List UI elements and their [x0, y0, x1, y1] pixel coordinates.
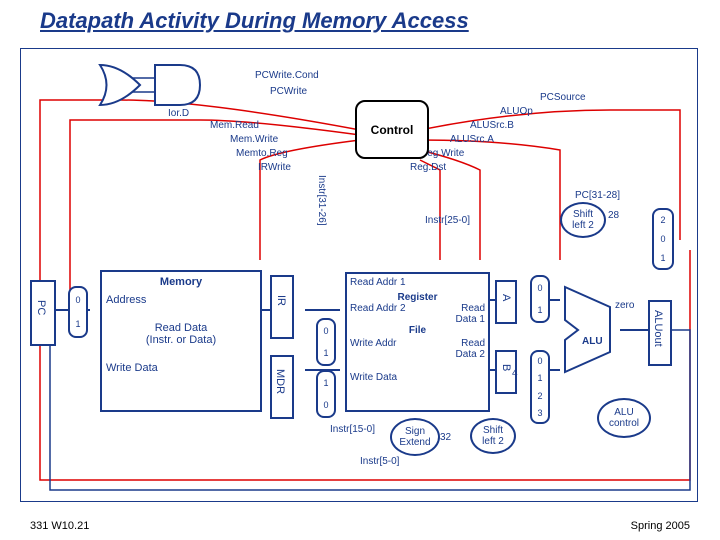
and-gate-icon: [150, 60, 270, 110]
shift-left-2-top: Shift left 2: [560, 202, 606, 238]
rf-readdata1: Read Data 1: [456, 303, 485, 325]
memory-writedata: Write Data: [106, 362, 256, 374]
sig-iord: Ior.D: [168, 108, 189, 119]
sig-memwrite: Mem.Write: [230, 134, 278, 145]
const-4: 4: [512, 368, 518, 379]
memory-block: Memory Address Read Data (Instr. or Data…: [100, 270, 262, 412]
mux-memtoreg-0: 0: [323, 400, 328, 410]
alu-label: ALU: [582, 336, 603, 347]
mdr-label: MDR: [274, 369, 286, 394]
mux-srca-1: 1: [537, 305, 542, 315]
mux-alusrca: 0 1: [530, 275, 550, 323]
sig-alusrca: ALUSrc.A: [450, 134, 494, 145]
mux-srcb-2: 2: [537, 391, 542, 401]
sig-pcsource: PCSource: [540, 92, 586, 103]
mux-regdst-0: 0: [323, 326, 328, 336]
mux-srcb-3: 3: [537, 408, 542, 418]
rf-readaddr1: Read Addr 1: [350, 277, 485, 288]
control-label: Control: [371, 123, 414, 137]
mux-iord-0: 0: [75, 295, 80, 305]
rf-writeaddr: Write Addr: [350, 338, 397, 360]
shift-left-2-bottom: Shift left 2: [470, 418, 516, 454]
mux-memtoreg: 1 0: [316, 370, 336, 418]
mux-opt-2: 2: [660, 215, 665, 225]
b-label: B: [500, 364, 512, 371]
aluout-label: ALUout: [652, 310, 664, 347]
mux-iord: 0 1: [68, 286, 88, 338]
memory-readdata: Read Data (Instr. or Data): [106, 322, 256, 346]
sig-memread: Mem.Read: [210, 120, 259, 131]
footer-left: 331 W10.21: [30, 520, 89, 532]
rf-writedata: Write Data: [350, 372, 485, 383]
register-file-block: Read Addr 1 Register Read Addr 2 Read Da…: [345, 272, 490, 412]
bus-instr3126: Instr[31-26]: [316, 175, 327, 226]
rf-file: File: [350, 325, 485, 336]
sig-pcwritecond: PCWrite.Cond: [255, 70, 319, 81]
mux-alusrcb: 0 1 2 3: [530, 350, 550, 424]
or-gate-icon: [95, 60, 155, 110]
sig-aluop: ALUOp: [500, 106, 533, 117]
rf-register: Register: [350, 292, 485, 303]
mux-srca-0: 0: [537, 283, 542, 293]
alu-control-block: ALU control: [597, 398, 651, 438]
bus-32: 32: [440, 432, 451, 443]
alu-icon: [560, 282, 630, 378]
mux-srcb-1: 1: [537, 373, 542, 383]
bus-instr250: Instr[25-0]: [425, 215, 470, 226]
bus-pc3128: PC[31-28]: [575, 190, 620, 201]
bus-instr150: Instr[15-0]: [330, 424, 375, 435]
a-label: A: [500, 294, 512, 301]
footer-right: Spring 2005: [631, 520, 690, 532]
memory-address: Address: [106, 294, 256, 306]
alu-zero: zero: [615, 300, 634, 311]
sign-extend-block: Sign Extend: [390, 418, 440, 456]
mux-pcsource: 2 0 1: [652, 208, 674, 270]
mux-srcb-0: 0: [537, 356, 542, 366]
sig-irwrite: IRWrite: [258, 162, 291, 173]
sig-regdst: Reg.Dst: [410, 162, 446, 173]
sig-alusrcb: ALUSrc.B: [470, 120, 514, 131]
mux-iord-1: 1: [75, 319, 80, 329]
ir-label: IR: [275, 295, 287, 306]
sig-memtoreg: Memto.Reg: [236, 148, 288, 159]
rf-readaddr2: Read Addr 2: [350, 303, 406, 325]
sig-pcwrite: PCWrite: [270, 86, 307, 97]
mux-opt-0: 0: [660, 234, 665, 244]
mux-memtoreg-1: 1: [323, 378, 328, 388]
pc-label: PC: [35, 300, 47, 315]
bus-instr50: Instr[5-0]: [360, 456, 399, 467]
control-block: Control: [355, 100, 429, 159]
mux-opt-1: 1: [660, 253, 665, 263]
pc-block: PC: [30, 280, 56, 346]
mdr-block: MDR: [270, 355, 294, 419]
a-latch: A: [495, 280, 517, 324]
rf-readdata2: Read Data 2: [456, 338, 485, 360]
ir-block: IR: [270, 275, 294, 339]
memory-title: Memory: [106, 276, 256, 288]
mux-regdst-1: 1: [323, 348, 328, 358]
page-title: Datapath Activity During Memory Access: [40, 8, 469, 34]
bus-28: 28: [608, 210, 619, 221]
aluout-block: ALUout: [648, 300, 672, 366]
mux-regdst: 0 1: [316, 318, 336, 366]
